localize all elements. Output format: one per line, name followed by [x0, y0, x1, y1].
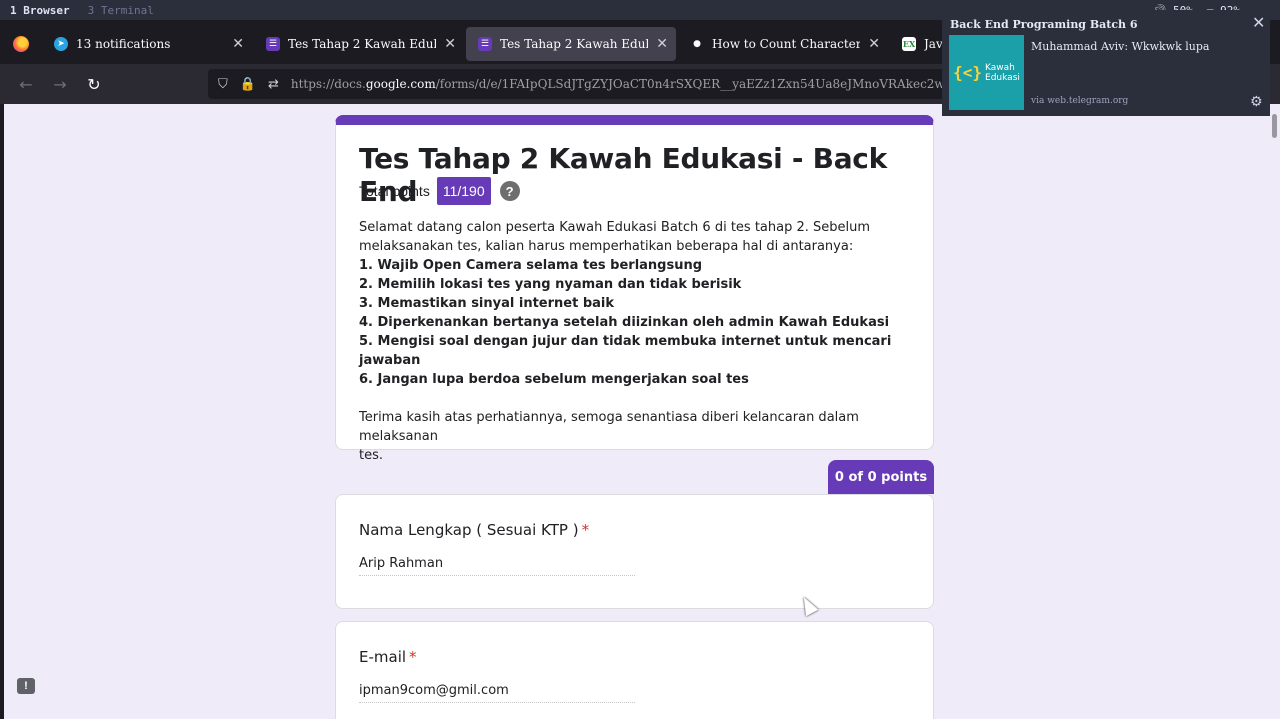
workspace-terminal[interactable]: 3 Terminal: [78, 4, 162, 17]
back-arrow-icon: ←: [19, 74, 33, 94]
rule-item: 1. Wajib Open Camera selama tes berlangs…: [359, 258, 703, 273]
rule-item: 3. Memastikan sinyal internet baik: [359, 296, 615, 311]
back-button[interactable]: ←: [9, 69, 43, 99]
total-points-label: Total points: [359, 183, 430, 199]
google-forms-icon: ☰: [266, 37, 280, 51]
tracking-shield-icon[interactable]: ⛉: [218, 77, 228, 92]
kawah-edukasi-logo: {<} Kawah Edukasi: [949, 35, 1024, 110]
question-title: Nama Lengkap ( Sesuai KTP ) *: [359, 521, 590, 539]
tab-forms-2-active[interactable]: ☰ Tes Tahap 2 Kawah Edukasi - ✕: [466, 27, 676, 61]
help-icon[interactable]: ?: [499, 181, 520, 201]
section-points-tag: 0 of 0 points: [828, 460, 934, 494]
answer-email: ipman9com@gmil.com: [359, 683, 635, 703]
tab-forms-1[interactable]: ☰ Tes Tahap 2 Kawah Edukasi - ✕: [254, 27, 464, 61]
tab-label: Tes Tahap 2 Kawah Edukasi -: [500, 37, 648, 51]
github-icon: ●: [690, 37, 704, 51]
rule-item: 2. Memilih lokasi tes yang nyaman dan ti…: [359, 277, 742, 292]
tab-telegram[interactable]: ➤ 13 notifications ✕: [42, 27, 252, 61]
forward-arrow-icon: →: [53, 74, 67, 94]
tab-github[interactable]: ● How to Count Characters in a ✕: [678, 27, 888, 61]
close-icon[interactable]: ✕: [444, 36, 456, 52]
close-icon[interactable]: ✕: [1252, 13, 1265, 32]
telegram-notification-popup[interactable]: Back End Programing Batch 6 ✕ {<} Kawah E…: [942, 10, 1270, 116]
notification-title: Back End Programing Batch 6: [950, 18, 1138, 31]
question-card-name: Nama Lengkap ( Sesuai KTP ) * Arip Rahman: [335, 494, 934, 609]
tab-label: Java: [924, 37, 942, 51]
close-icon[interactable]: ✕: [232, 36, 244, 52]
form-description: Selamat datang calon peserta Kawah Eduka…: [359, 218, 919, 465]
lock-icon[interactable]: 🔒: [240, 77, 256, 92]
report-feedback-icon[interactable]: !: [17, 678, 35, 694]
tab-label: Tes Tahap 2 Kawah Edukasi -: [288, 37, 436, 51]
logo-text: Kawah Edukasi: [985, 62, 1020, 83]
page-scrollbar[interactable]: [1270, 104, 1280, 719]
reload-button[interactable]: ↻: [77, 69, 111, 99]
question-title: E-mail *: [359, 648, 417, 666]
required-asterisk: *: [581, 521, 590, 539]
exercism-icon: EX: [902, 37, 916, 51]
tab-label: 13 notifications: [76, 37, 171, 51]
url-text[interactable]: https://docs.google.com/forms/d/e/1FAIpQ…: [291, 77, 948, 91]
gear-icon[interactable]: ⚙: [1250, 94, 1263, 110]
required-asterisk: *: [409, 648, 417, 666]
reload-icon: ↻: [87, 74, 101, 94]
form-header-card: Tes Tahap 2 Kawah Edukasi - Back End Tot…: [335, 115, 934, 463]
scrollbar-thumb[interactable]: [1272, 114, 1277, 138]
rule-item: 4. Diperkenankan bertanya setelah diizin…: [359, 315, 890, 330]
forward-button[interactable]: →: [43, 69, 77, 99]
tab-label: How to Count Characters in a: [712, 37, 861, 51]
telegram-icon: ➤: [54, 37, 68, 51]
workspace-browser[interactable]: 1 Browser: [0, 4, 78, 17]
google-forms-icon: ☰: [478, 37, 492, 51]
permissions-icon[interactable]: ⇄: [268, 77, 279, 92]
firefox-menu-button[interactable]: [0, 24, 42, 64]
rule-item: 6. Jangan lupa berdoa sebelum mengerjaka…: [359, 372, 749, 387]
intro-line: melaksanakan tes, kalian harus memperhat…: [359, 239, 854, 254]
answer-name: Arip Rahman: [359, 556, 635, 576]
question-card-email: E-mail * ipman9com@gmil.com: [335, 621, 934, 719]
page-viewport: Tes Tahap 2 Kawah Edukasi - Back End Tot…: [4, 104, 1270, 719]
closing-line: Terima kasih atas perhatiannya, semoga s…: [359, 410, 859, 444]
tab-java[interactable]: EX Java: [890, 27, 950, 61]
close-icon[interactable]: ✕: [656, 36, 668, 52]
total-points-row: Total points 11/190 ?: [359, 177, 520, 205]
kawah-edukasi-logo-icon: {<}: [953, 63, 983, 82]
close-icon[interactable]: ✕: [868, 36, 880, 52]
intro-line: Selamat datang calon peserta Kawah Eduka…: [359, 220, 871, 235]
rule-item: 5. Mengisi soal dengan jujur dan tidak m…: [359, 334, 892, 368]
firefox-icon: [13, 36, 29, 52]
notification-source: via web.telegram.org: [1031, 96, 1129, 106]
notification-message: Muhammad Aviv: Wkwkwk lupa: [1031, 40, 1210, 53]
total-points-badge: 11/190: [436, 177, 491, 205]
url-bar[interactable]: ⛉ 🔒 ⇄ https://docs.google.com/forms/d/e/…: [208, 69, 948, 99]
